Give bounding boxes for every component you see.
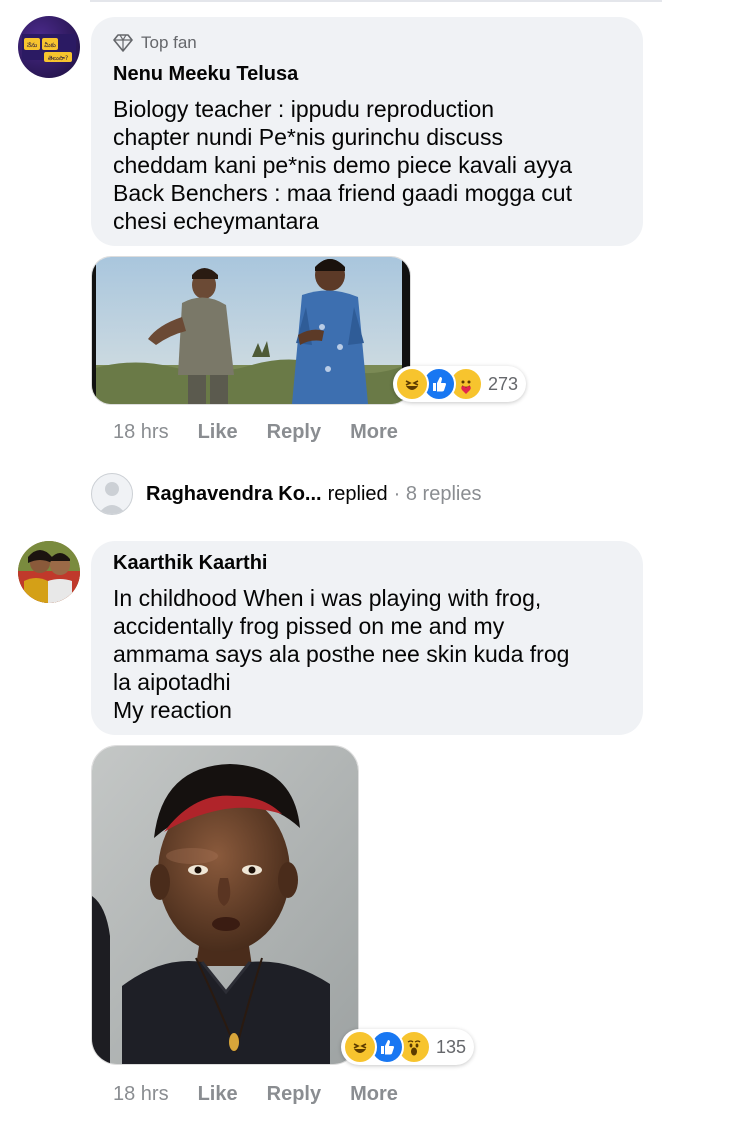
- comment-image[interactable]: [91, 745, 359, 1065]
- reaction-count: 273: [488, 373, 519, 394]
- svg-text:తెలుసా?: తెలుసా?: [48, 55, 68, 62]
- haha-icon: [343, 1030, 377, 1064]
- comment-author[interactable]: Nenu Meeku Telusa: [113, 63, 298, 86]
- like-button[interactable]: Like: [198, 421, 238, 444]
- like-button[interactable]: Like: [198, 1083, 238, 1106]
- top-fan-badge: Top fan: [113, 33, 197, 53]
- badge-label: Top fan: [141, 33, 197, 52]
- avatar[interactable]: [18, 541, 80, 603]
- avatar-logo-image: నేను మీకు తెలుసా?: [22, 34, 76, 62]
- default-user-icon: [98, 482, 126, 514]
- reaction-count: 135: [436, 1036, 467, 1057]
- couple-photo-image: [18, 541, 80, 603]
- haha-icon: [395, 367, 429, 401]
- view-replies-row[interactable]: Raghavendra Ko... replied · 8 replies: [91, 473, 481, 515]
- comment-bubble: Kaarthik Kaarthi In childhood When i was…: [91, 541, 643, 735]
- reaction-photo-image: [92, 746, 358, 1064]
- reaction-summary[interactable]: 273: [393, 366, 527, 402]
- reply-count[interactable]: · 8 replies: [394, 483, 482, 506]
- reply-button[interactable]: Reply: [267, 1083, 321, 1106]
- comment-text: In childhood When i was playing with fro…: [113, 585, 570, 723]
- comment-time[interactable]: 18 hrs: [113, 421, 169, 444]
- comment-bubble: Top fan Nenu Meeku Telusa Biology teache…: [91, 17, 643, 246]
- comment-actions: 18 hrs Like Reply More: [113, 1083, 398, 1106]
- more-button[interactable]: More: [350, 1083, 398, 1106]
- top-divider: [90, 0, 662, 2]
- svg-text:మీకు: మీకు: [44, 41, 56, 49]
- comment-actions: 18 hrs Like Reply More: [113, 421, 398, 444]
- reaction-summary[interactable]: 135: [341, 1029, 475, 1065]
- reply-button[interactable]: Reply: [267, 421, 321, 444]
- more-button[interactable]: More: [350, 421, 398, 444]
- diamond-icon: [113, 34, 133, 52]
- comment-image[interactable]: [91, 256, 411, 405]
- comment-time[interactable]: 18 hrs: [113, 1083, 169, 1106]
- comment-text: Biology teacher : ippudu reproduction ch…: [113, 96, 572, 234]
- replied-label: replied: [327, 482, 388, 505]
- movie-scene-image: [92, 257, 410, 404]
- avatar[interactable]: నేను మీకు తెలుసా?: [18, 16, 80, 78]
- comment-author[interactable]: Kaarthik Kaarthi: [113, 552, 268, 575]
- svg-text:నేను: నేను: [27, 42, 38, 49]
- avatar-placeholder: [91, 473, 133, 515]
- replier-name[interactable]: Raghavendra Ko...: [146, 483, 322, 506]
